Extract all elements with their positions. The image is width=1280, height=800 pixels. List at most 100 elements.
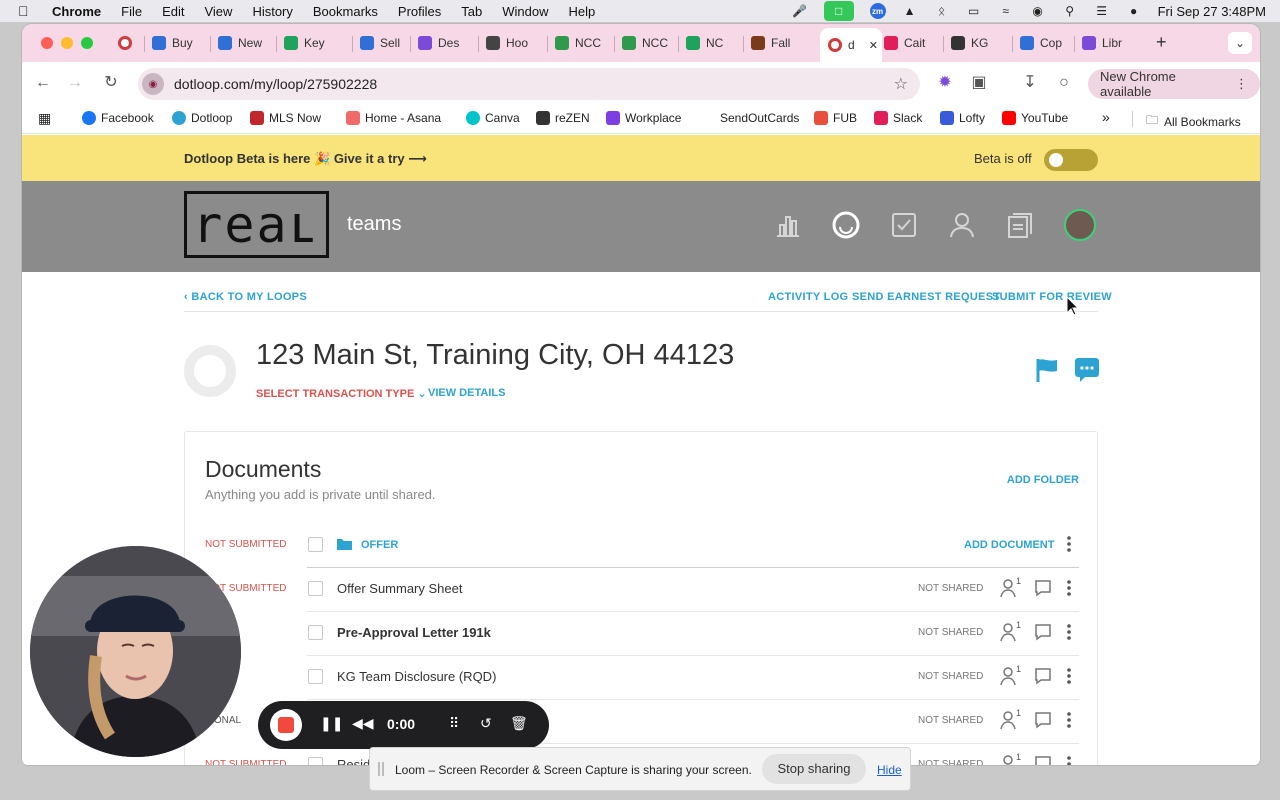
browser-tab[interactable]: Key bbox=[284, 30, 350, 56]
browser-tab[interactable]: New bbox=[218, 30, 276, 56]
menu-view[interactable]: View bbox=[204, 4, 232, 19]
loops-icon[interactable] bbox=[830, 209, 862, 241]
microphone-icon[interactable]: 🎤 bbox=[792, 4, 808, 18]
beta-toggle[interactable] bbox=[1044, 149, 1098, 171]
document-name[interactable]: Pre-Approval Letter 191k bbox=[337, 625, 491, 640]
bluetooth-icon[interactable]: ᛟ bbox=[934, 4, 950, 18]
reports-icon[interactable] bbox=[772, 209, 804, 241]
bookmark-item[interactable]: Facebook bbox=[82, 111, 154, 125]
document-name[interactable]: Resid bbox=[337, 757, 370, 765]
folder-more-icon[interactable] bbox=[1065, 535, 1073, 553]
siri-icon[interactable]: ● bbox=[1126, 4, 1142, 18]
menu-history[interactable]: History bbox=[252, 4, 292, 19]
pause-icon[interactable]: ❚❚ bbox=[320, 715, 343, 732]
menu-bookmarks[interactable]: Bookmarks bbox=[313, 4, 378, 19]
menu-edit[interactable]: Edit bbox=[162, 4, 184, 19]
menu-profiles[interactable]: Profiles bbox=[398, 4, 441, 19]
bookmark-item[interactable]: YouTube bbox=[1002, 111, 1068, 125]
user-avatar[interactable] bbox=[1064, 209, 1096, 241]
address-url[interactable]: dotloop.com/my/loop/275902228 bbox=[174, 76, 377, 92]
document-more-icon[interactable] bbox=[1065, 711, 1073, 729]
reload-icon[interactable]: ↻ bbox=[100, 72, 122, 94]
bookmark-item[interactable]: SendOutCards bbox=[720, 111, 799, 125]
back-to-loops-link[interactable]: ‹ BACK TO MY LOOPS bbox=[184, 291, 307, 303]
document-more-icon[interactable] bbox=[1065, 755, 1073, 765]
notification-icon[interactable]: ▲ bbox=[902, 4, 918, 18]
chrome-menu-icon[interactable]: ⋮ bbox=[1235, 76, 1248, 92]
loop-title[interactable]: 123 Main St, Training City, OH 44123 bbox=[256, 339, 734, 372]
control-center-icon[interactable]: ☰ bbox=[1094, 4, 1110, 18]
bookmark-item[interactable]: Workplace bbox=[606, 111, 681, 125]
document-name[interactable]: Offer Summary Sheet bbox=[337, 581, 462, 596]
all-bookmarks-folder[interactable]: 🗀 All Bookmarks bbox=[1146, 111, 1241, 132]
participants-icon[interactable]: 1 bbox=[1000, 708, 1022, 730]
add-document-button[interactable]: ADD DOCUMENT bbox=[964, 539, 1054, 551]
view-details-link[interactable]: VIEW DETAILS bbox=[428, 387, 505, 399]
menubar-clock[interactable]: Fri Sep 27 3:48PM bbox=[1158, 4, 1266, 19]
browser-tab[interactable]: Cop bbox=[1020, 30, 1074, 56]
back-icon[interactable]: ← bbox=[32, 72, 54, 94]
browser-tab[interactable]: NC bbox=[686, 30, 742, 56]
wifi-icon[interactable]: ≈ bbox=[998, 4, 1014, 18]
restart-icon[interactable]: ↺ bbox=[480, 715, 492, 732]
browser-tab[interactable]: Cait bbox=[884, 30, 942, 56]
comment-icon[interactable] bbox=[1034, 667, 1052, 685]
forward-icon[interactable]: → bbox=[64, 72, 86, 94]
flag-icon[interactable] bbox=[1034, 357, 1060, 383]
menu-window[interactable]: Window bbox=[502, 4, 548, 19]
stop-recording-button[interactable] bbox=[270, 709, 302, 741]
more-bookmarks-icon[interactable]: » bbox=[1102, 109, 1110, 125]
facetime-icon[interactable]: □ bbox=[823, 1, 854, 21]
user-icon[interactable]: ◉ bbox=[1030, 4, 1046, 18]
bookmark-item[interactable]: MLS Now bbox=[250, 111, 321, 125]
trash-icon[interactable]: 🗑 bbox=[510, 715, 528, 732]
browser-tab[interactable]: Buy bbox=[152, 30, 210, 56]
document-checkbox[interactable] bbox=[308, 757, 323, 765]
document-checkbox[interactable] bbox=[308, 669, 323, 684]
tab-search-button[interactable]: ⌄ bbox=[1228, 32, 1252, 54]
grid-icon[interactable]: ⠿ bbox=[449, 715, 459, 732]
document-row[interactable]: NOT SUBMITTED Offer Summary Sheet NOT SHAR… bbox=[185, 568, 1097, 612]
add-folder-button[interactable]: ADD FOLDER bbox=[1007, 474, 1079, 486]
extension-icon[interactable]: ✹ bbox=[934, 72, 956, 94]
activity-log-link[interactable]: ACTIVITY LOG bbox=[768, 291, 848, 303]
new-tab-button[interactable]: + bbox=[1156, 32, 1167, 53]
rewind-icon[interactable]: ◀◀ bbox=[352, 715, 374, 732]
window-minimize-button[interactable] bbox=[61, 37, 73, 49]
browser-tab[interactable] bbox=[118, 30, 144, 56]
menu-app-chrome[interactable]: Chrome bbox=[52, 4, 101, 19]
document-checkbox[interactable] bbox=[308, 581, 323, 596]
document-row[interactable]: ALKG Team Disclosure (RQD)NOT SHARED1 bbox=[185, 656, 1097, 700]
new-chrome-available-button[interactable]: New Chrome available ⋮ bbox=[1088, 69, 1260, 99]
stop-sharing-button[interactable]: Stop sharing bbox=[762, 754, 866, 784]
zoom-icon[interactable]: zm bbox=[869, 3, 886, 19]
comment-icon[interactable] bbox=[1034, 755, 1052, 765]
address-bar[interactable]: ◉ dotloop.com/my/loop/275902228 ☆ bbox=[138, 68, 920, 100]
bookmark-item[interactable]: FUB bbox=[814, 111, 857, 125]
spotlight-icon[interactable]: ⚲ bbox=[1062, 4, 1078, 18]
contacts-icon[interactable] bbox=[946, 209, 978, 241]
bookmark-item[interactable]: reZEN bbox=[536, 111, 590, 125]
browser-tab[interactable]: Des bbox=[418, 30, 478, 56]
browser-tab[interactable]: Hoo bbox=[486, 30, 546, 56]
site-info-icon[interactable]: ◉ bbox=[142, 73, 164, 95]
comment-icon[interactable] bbox=[1034, 623, 1052, 641]
menu-help[interactable]: Help bbox=[569, 4, 596, 19]
download-icon[interactable]: ↧ bbox=[1019, 72, 1041, 94]
document-more-icon[interactable] bbox=[1065, 667, 1073, 685]
apps-grid-icon[interactable]: ▦ bbox=[38, 110, 51, 127]
bookmark-item[interactable]: Dotloop bbox=[172, 111, 232, 125]
drag-handle-icon[interactable] bbox=[378, 762, 384, 776]
window-close-button[interactable] bbox=[41, 37, 53, 49]
bookmark-star-icon[interactable]: ☆ bbox=[894, 74, 908, 94]
battery-icon[interactable]: ▭ bbox=[966, 4, 982, 18]
comment-icon[interactable] bbox=[1034, 711, 1052, 729]
webcam-bubble[interactable] bbox=[30, 546, 241, 757]
participants-icon[interactable]: 1 bbox=[1000, 752, 1022, 765]
document-name[interactable]: KG Team Disclosure (RQD) bbox=[337, 669, 496, 684]
browser-tab[interactable]: Fall bbox=[751, 30, 809, 56]
bookmark-item[interactable]: Canva bbox=[466, 111, 520, 125]
document-row[interactable]: Pre-Approval Letter 191k NOT SHARED 1 bbox=[185, 612, 1097, 656]
window-maximize-button[interactable] bbox=[81, 37, 93, 49]
send-earnest-request-link[interactable]: SEND EARNEST REQUEST bbox=[852, 291, 1000, 303]
